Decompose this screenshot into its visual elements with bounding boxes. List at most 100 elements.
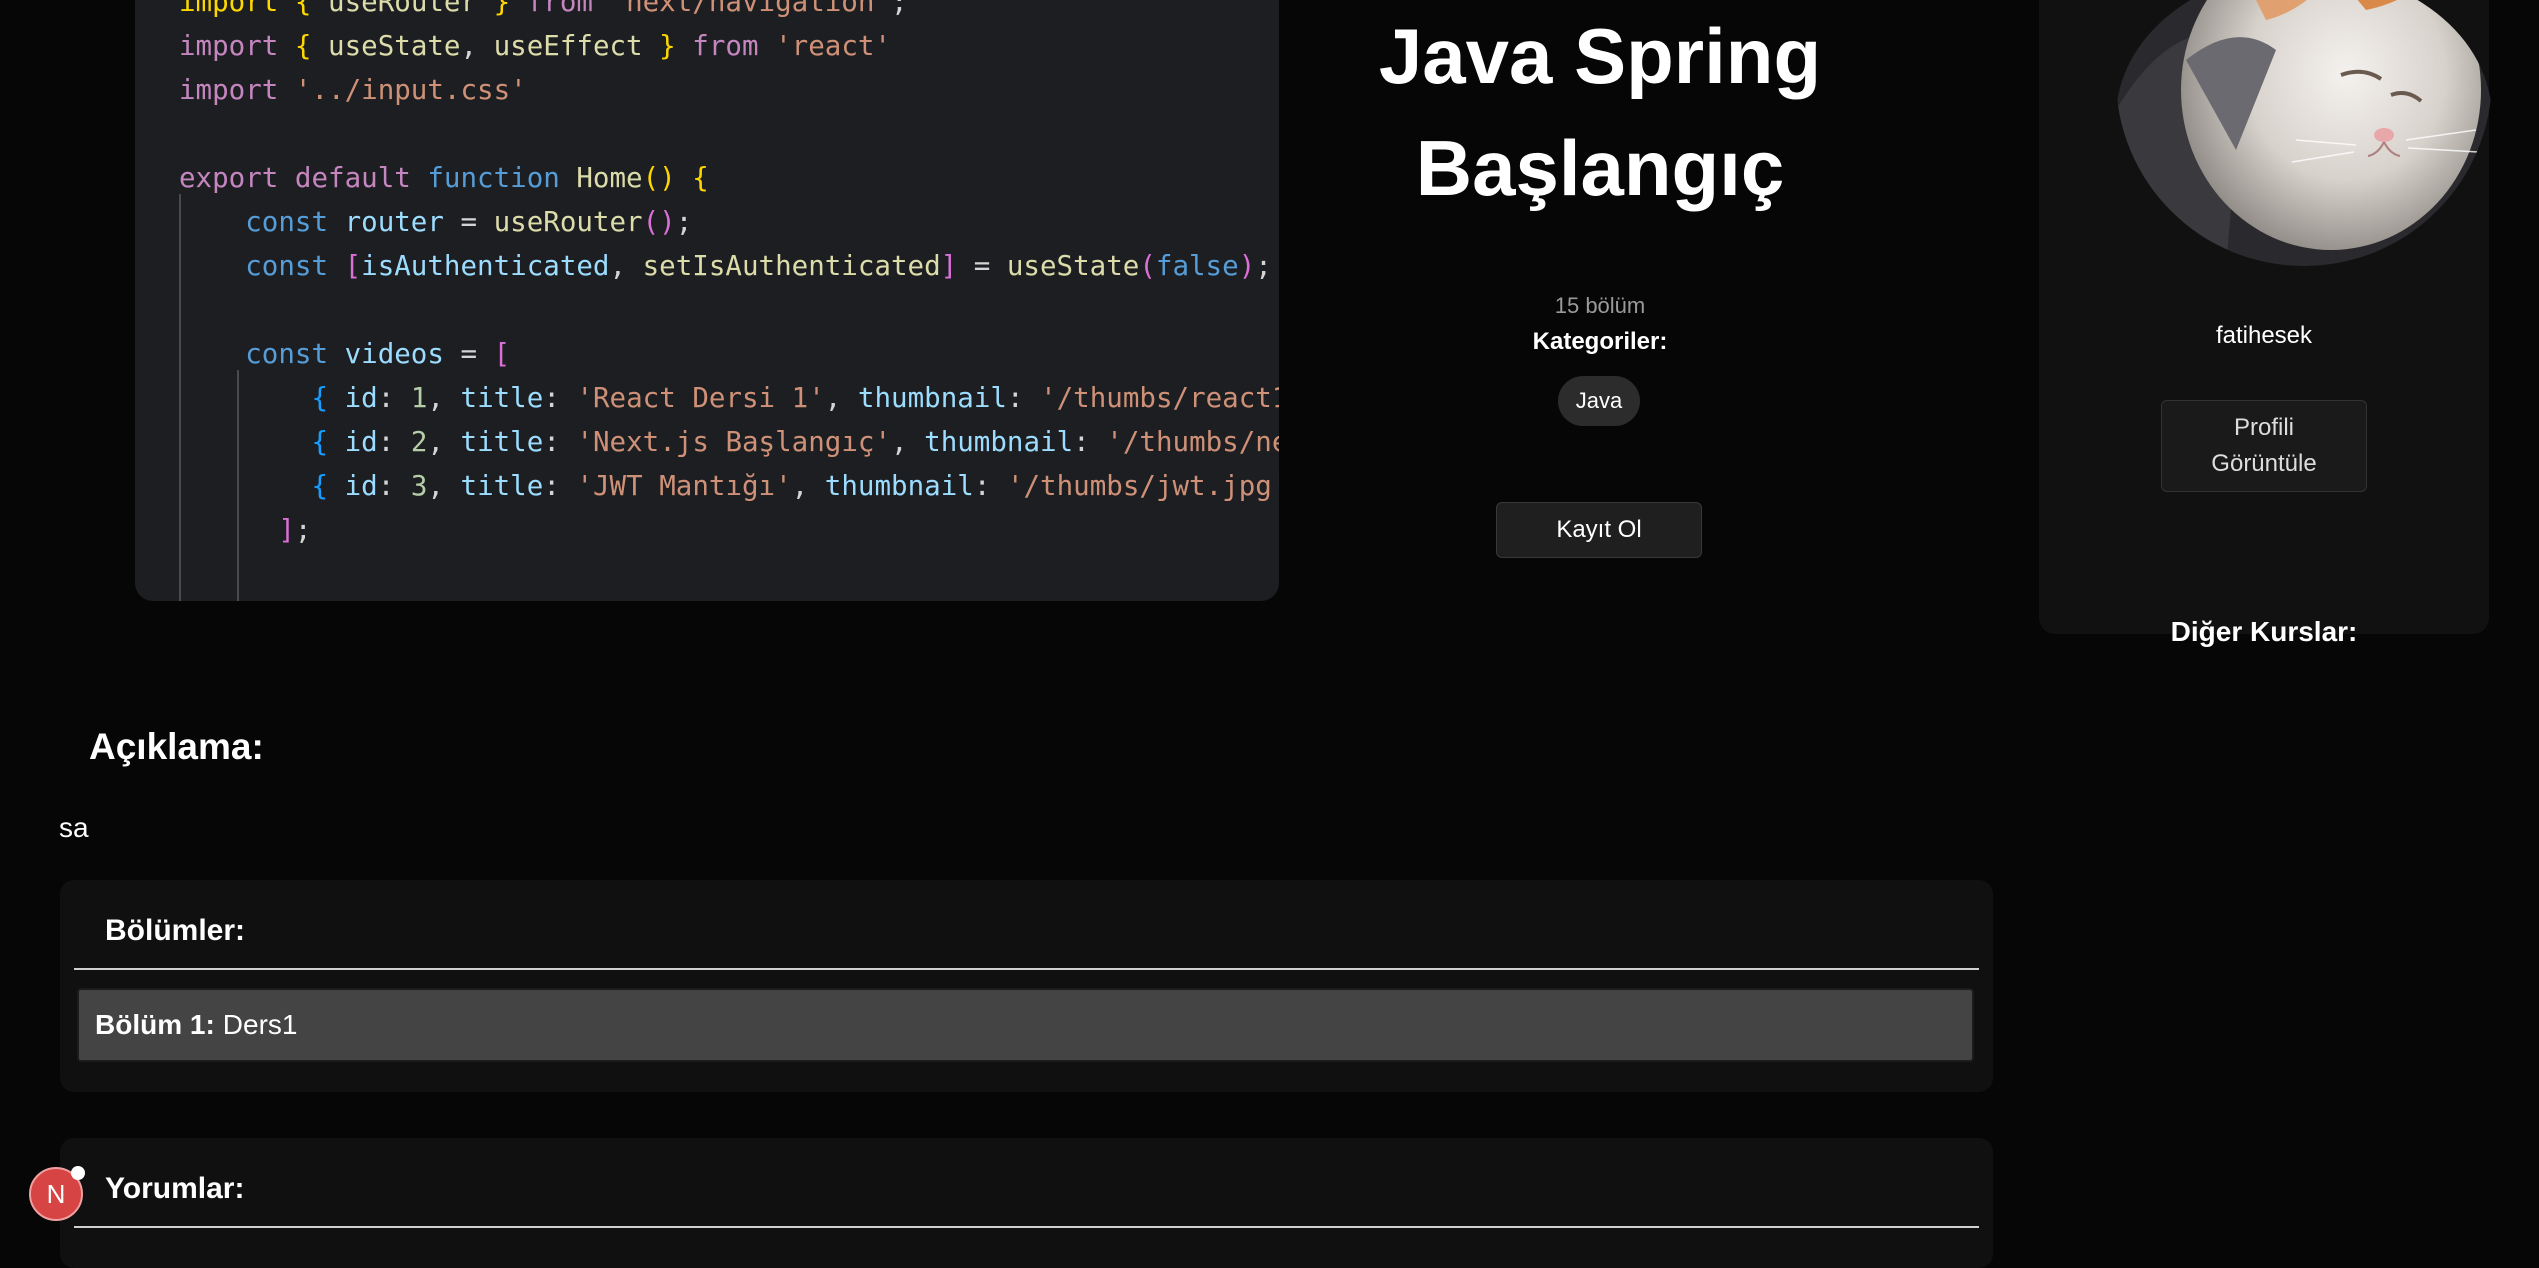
code-token: thumbnail <box>857 382 1007 414</box>
code-token: thumbnail <box>924 426 1074 458</box>
section-item-prefix: Bölüm 1: <box>95 1009 215 1040</box>
code-line: export default function Home() { <box>179 156 1279 200</box>
sections-divider <box>74 968 1979 970</box>
instructor-username[interactable]: fatihesek <box>2039 322 2489 350</box>
code-token: { <box>294 30 329 62</box>
code-token: from <box>526 0 610 18</box>
course-title-line-1: Java Spring <box>1378 12 1822 100</box>
code-token: , <box>427 426 461 458</box>
code-token: , <box>427 470 461 502</box>
code-token: 'Next.js Başlangıç' <box>576 426 892 458</box>
code-token: 'next/navigation' <box>609 0 891 18</box>
code-token: '/thumbs/nextjs.jpg <box>1106 426 1279 458</box>
register-button[interactable]: Kayıt Ol <box>1496 502 1702 558</box>
code-line: import '../input.css' <box>179 68 1279 112</box>
code-token: : <box>1006 382 1041 414</box>
code-line: { id: 1, title: 'React Dersi 1', thumbna… <box>179 376 1279 420</box>
code-line: const [isAuthenticated, setIsAuthenticat… <box>179 244 1279 288</box>
code-token: useRouter <box>328 0 478 18</box>
code-token: id <box>344 382 378 414</box>
code-token: { <box>311 382 345 414</box>
code-token: const <box>245 206 345 238</box>
code-token: , <box>824 382 858 414</box>
course-title: Java Spring Başlangıç <box>1300 0 1900 224</box>
view-profile-label-line-1: Profili <box>2233 414 2294 441</box>
code-snippet: import { useRouter } from 'next/navigati… <box>179 0 1279 552</box>
code-token: setIsAuthenticated <box>642 250 941 282</box>
code-token: import <box>179 74 295 106</box>
code-token: title <box>460 426 544 458</box>
code-token: false <box>1155 250 1239 282</box>
categories-label: Kategoriler: <box>1532 328 1668 355</box>
code-token: : <box>377 382 411 414</box>
code-token: : <box>543 470 577 502</box>
code-token: '/thumbs/react1.jpg' <box>1040 382 1279 414</box>
code-token: { <box>294 0 329 18</box>
code-token: function <box>427 162 577 194</box>
code-token: ] <box>278 514 295 546</box>
code-token: thumbnail <box>824 470 974 502</box>
section-item-title: Ders1 <box>222 1009 298 1040</box>
code-token: 'React Dersi 1' <box>576 382 825 414</box>
view-profile-button[interactable]: Profili Görüntüle <box>2161 400 2367 492</box>
code-token: 'react' <box>775 30 891 62</box>
code-token: from <box>692 30 776 62</box>
course-title-line-2: Başlangıç <box>1415 124 1785 212</box>
code-line: const router = useRouter(); <box>179 200 1279 244</box>
comments-panel: Yorumlar: <box>60 1138 1993 1268</box>
code-token: const <box>245 338 345 370</box>
code-token: : <box>973 470 1007 502</box>
comments-divider <box>74 1226 1979 1228</box>
code-token: = <box>443 338 494 370</box>
code-token: , <box>427 382 461 414</box>
code-token: ; <box>1255 250 1272 282</box>
code-token: { <box>311 426 345 458</box>
sections-heading: Bölümler: <box>105 914 246 947</box>
code-token: ) <box>1238 250 1256 282</box>
code-token: [ <box>344 250 362 282</box>
code-token: title <box>460 470 544 502</box>
code-token: : <box>543 426 577 458</box>
code-token: = <box>443 206 494 238</box>
code-line: { id: 2, title: 'Next.js Başlangıç', thu… <box>179 420 1279 464</box>
code-token: '/thumbs/jwt.jpg' <box>1006 470 1279 502</box>
code-token: : <box>377 426 411 458</box>
code-token: ; <box>675 206 693 238</box>
code-token: : <box>1073 426 1107 458</box>
category-chip-java[interactable]: Java <box>1558 376 1640 426</box>
code-token: [ <box>493 338 511 370</box>
code-token: } <box>642 30 693 62</box>
avatar[interactable] <box>2116 0 2492 266</box>
section-item[interactable]: Bölüm 1: Ders1 <box>77 988 1974 1062</box>
code-token: id <box>344 426 378 458</box>
code-token: , <box>460 30 494 62</box>
code-token: { <box>311 470 345 502</box>
code-token: default <box>294 162 428 194</box>
code-token: } <box>477 0 527 18</box>
code-line: ]; <box>179 508 1279 552</box>
view-profile-label-line-2: Görüntüle <box>2211 450 2317 477</box>
code-token: = <box>957 250 1007 282</box>
code-token: , <box>609 250 643 282</box>
instructor-card: fatihesek Profili Görüntüle <box>2039 0 2492 634</box>
code-token: () { <box>642 162 709 194</box>
code-line: { id: 3, title: 'JWT Mantığı', thumbnail… <box>179 464 1279 508</box>
section-count: 15 bölüm <box>1554 293 1646 318</box>
code-token: videos <box>344 338 444 370</box>
code-token: , <box>891 426 925 458</box>
code-token: const <box>245 250 345 282</box>
code-token: : <box>377 470 411 502</box>
code-token: '../input.css' <box>294 74 527 106</box>
code-token: : <box>543 382 577 414</box>
code-token: id <box>344 470 378 502</box>
code-token: import <box>179 30 295 62</box>
other-courses-heading: Diğer Kurslar: <box>2170 616 2358 647</box>
nextjs-logo-icon: N <box>46 1178 66 1209</box>
code-token: ; <box>890 0 908 18</box>
code-token: 1 <box>410 382 428 414</box>
